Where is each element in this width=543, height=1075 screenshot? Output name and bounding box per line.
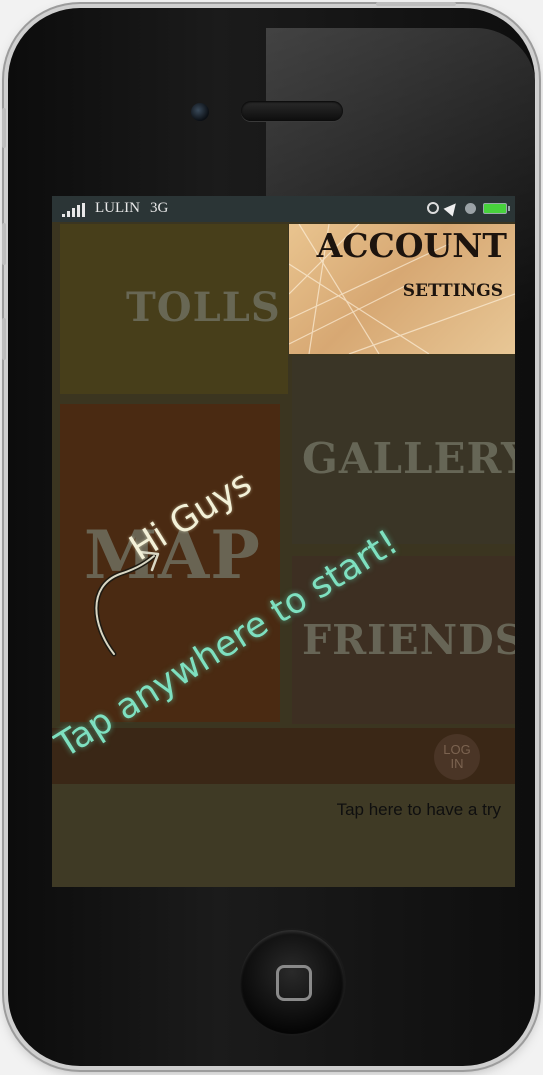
account-title: ACCOUNT xyxy=(316,226,507,265)
login-bar: LOG IN xyxy=(52,728,515,784)
login-line-1: LOG xyxy=(443,742,471,757)
tolls-label: TOLLS xyxy=(126,284,281,331)
status-bar: LULIN 3G xyxy=(52,196,515,222)
location-arrow-icon xyxy=(443,199,461,217)
try-hint-text: Tap here to have a try xyxy=(336,800,501,819)
gallery-label: GALLERY xyxy=(302,434,515,483)
account-subtitle: SETTINGS xyxy=(402,281,503,301)
signal-bars-icon xyxy=(62,203,85,217)
home-square-icon xyxy=(276,965,312,1001)
volume-up-button xyxy=(2,223,6,265)
mute-switch xyxy=(2,108,6,148)
account-settings-tile[interactable]: ACCOUNT SETTINGS xyxy=(289,224,515,354)
volume-down-button xyxy=(2,318,6,360)
power-button xyxy=(376,2,456,6)
app-screen[interactable]: LULIN 3G TOLLS GALLERY FRIENDS MAP ACCOU… xyxy=(52,196,515,887)
alarm-clock-icon xyxy=(465,202,476,214)
tolls-tile[interactable]: TOLLS xyxy=(60,224,288,394)
home-button[interactable] xyxy=(240,930,344,1034)
try-area[interactable]: Tap here to have a try xyxy=(52,784,515,887)
network-type: 3G xyxy=(150,200,169,216)
carrier-name: LULIN xyxy=(95,200,140,216)
login-button[interactable]: LOG IN xyxy=(434,734,480,780)
earpiece-speaker xyxy=(241,101,343,121)
login-line-2: IN xyxy=(450,756,464,771)
friends-label: FRIENDS xyxy=(302,616,515,664)
rotation-lock-icon xyxy=(427,202,439,214)
front-camera xyxy=(191,103,209,121)
gallery-tile[interactable]: GALLERY xyxy=(292,356,515,544)
battery-icon xyxy=(483,202,510,214)
